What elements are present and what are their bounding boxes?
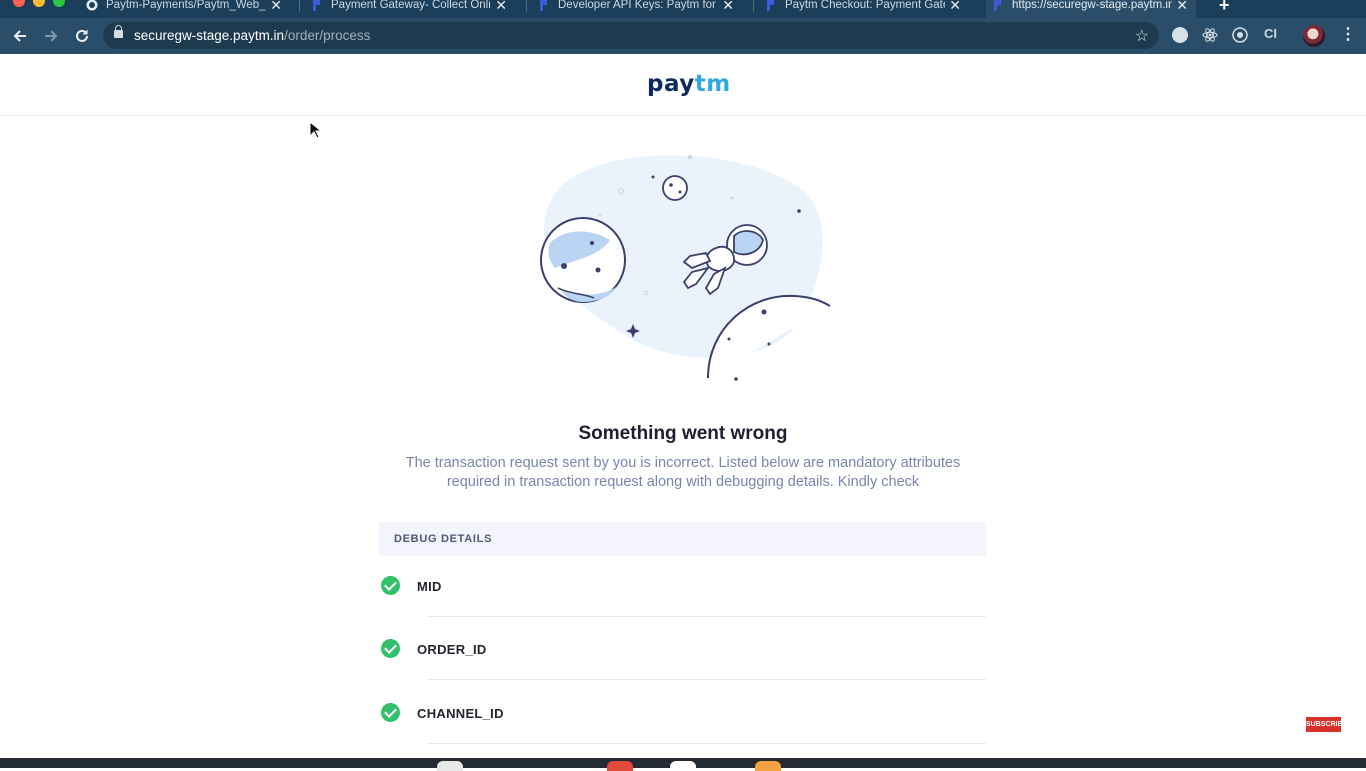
tab-close-icon[interactable]: ✕ — [495, 0, 507, 14]
tab-close-icon[interactable]: ✕ — [1176, 0, 1188, 14]
tab-title: Developer API Keys: Paytm for your Busin… — [558, 0, 718, 11]
tab-title: Payment Gateway- Collect Online Payments — [331, 0, 491, 11]
url-host: securegw-stage.paytm.in — [134, 28, 285, 43]
window-zoom-dot[interactable] — [53, 0, 65, 7]
forward-arrow-icon[interactable] — [43, 28, 59, 44]
tab-title: Paytm Checkout: Payment Gateway — [785, 0, 945, 11]
tab-close-icon[interactable]: ✕ — [949, 0, 961, 14]
paytm-logo: paytm — [647, 71, 731, 97]
window-close-dot[interactable] — [13, 0, 25, 7]
paytm-favicon-icon — [994, 0, 1001, 11]
paytm-favicon-icon — [767, 0, 774, 11]
logo-part-pay: pay — [647, 71, 695, 97]
reload-icon[interactable] — [74, 28, 90, 44]
astronaut-space-illustration — [540, 155, 831, 381]
dock-app-icon[interactable] — [755, 761, 781, 771]
new-tab-button[interactable]: + — [1219, 0, 1230, 16]
mouse-cursor-icon — [309, 121, 321, 139]
url-path: /order/process — [284, 28, 371, 43]
bookmark-star-icon[interactable]: ☆ — [1135, 26, 1149, 46]
debug-row: MID — [379, 576, 986, 640]
browser-tab[interactable]: Paytm-Payments/Paytm_Web_Sample ✕ — [80, 0, 290, 18]
logo-part-tm: tm — [694, 71, 731, 97]
address-bar[interactable]: securegw-stage.paytm.in/order/process ☆ — [103, 22, 1159, 49]
browser-tab[interactable]: Payment Gateway- Collect Online Payments… — [305, 0, 515, 18]
check-circle-icon — [381, 703, 400, 722]
debug-row-label: MID — [417, 579, 442, 594]
url-text[interactable]: securegw-stage.paytm.in/order/process — [134, 28, 370, 43]
debug-details-header: DEBUG DETAILS — [379, 522, 986, 556]
paytm-favicon-icon — [313, 0, 320, 11]
tab-close-icon[interactable]: ✕ — [722, 0, 734, 14]
browser-tab[interactable]: Developer API Keys: Paytm for your Busin… — [532, 0, 742, 18]
extension-compass-icon[interactable] — [1172, 27, 1188, 43]
browser-toolbar: securegw-stage.paytm.in/order/process ☆ … — [0, 18, 1366, 54]
debug-row-label: ORDER_ID — [417, 642, 487, 657]
debug-details-title: DEBUG DETAILS — [394, 533, 493, 545]
github-icon — [86, 0, 98, 11]
subscribe-button[interactable]: SUBSCRIBE — [1306, 717, 1347, 732]
row-divider — [427, 616, 986, 617]
tab-title: https://securegw-stage.paytm.in — [1012, 0, 1172, 11]
back-arrow-icon[interactable] — [12, 28, 28, 44]
window-minimize-dot[interactable] — [33, 0, 45, 7]
tab-close-icon[interactable]: ✕ — [270, 0, 282, 14]
dock-app-icon[interactable] — [670, 761, 696, 771]
debug-row: ORDER_ID — [379, 639, 986, 703]
check-circle-icon — [381, 576, 400, 595]
row-divider — [427, 679, 986, 680]
page-header: paytm — [0, 54, 1366, 116]
dock-app-icon[interactable] — [607, 761, 633, 771]
browser-tab[interactable]: Paytm Checkout: Payment Gateway ✕ — [759, 0, 969, 18]
browser-tab-active[interactable]: https://securegw-stage.paytm.in ✕ — [986, 0, 1196, 18]
row-divider — [427, 743, 986, 744]
paytm-favicon-icon — [540, 0, 547, 11]
check-circle-icon — [381, 639, 400, 658]
lock-icon — [114, 25, 123, 38]
extension-circle-icon[interactable] — [1232, 27, 1248, 43]
react-devtools-icon[interactable] — [1202, 27, 1218, 43]
error-description: The transaction request sent by you is i… — [405, 455, 961, 490]
kebab-menu-icon[interactable]: ⋮ — [1340, 24, 1356, 44]
dock-app-icon[interactable] — [437, 761, 463, 771]
profile-avatar[interactable] — [1303, 25, 1325, 47]
error-heading: Something went wrong — [578, 423, 788, 444]
extension-ci-icon[interactable]: CI — [1264, 26, 1277, 41]
tab-strip: Paytm-Payments/Paytm_Web_Sample ✕ Paymen… — [0, 0, 1366, 18]
tab-title: Paytm-Payments/Paytm_Web_Sample — [106, 0, 266, 11]
macos-dock — [0, 758, 1366, 771]
debug-row-label: CHANNEL_ID — [417, 706, 504, 721]
